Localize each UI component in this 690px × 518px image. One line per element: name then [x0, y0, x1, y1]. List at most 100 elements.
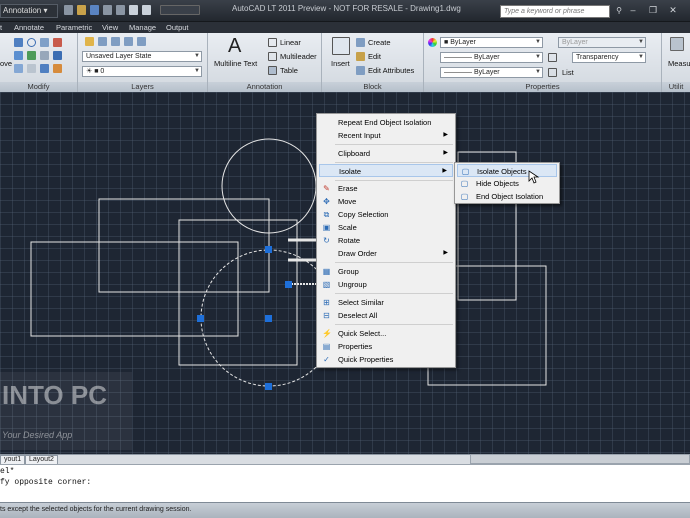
list-button[interactable]: List [562, 68, 574, 77]
properties-panel-label[interactable]: Properties [424, 82, 661, 92]
measure-icon[interactable] [670, 37, 684, 51]
mirror-icon[interactable] [40, 38, 49, 47]
color-value: ByLayer [450, 39, 476, 46]
menu-properties[interactable]: ▤ Properties [319, 340, 453, 353]
menu-repeat-end-isolation[interactable]: Repeat End Object Isolation [319, 116, 453, 129]
qat-undo-icon[interactable] [129, 5, 138, 15]
menu-group[interactable]: ▦ Group [319, 265, 453, 278]
multileader-button[interactable]: Multileader [280, 52, 317, 61]
workspace-switcher[interactable]: Annotation ▾ [0, 4, 58, 18]
menu-isolate[interactable]: Isolate ▶ [319, 164, 453, 177]
menu-copy-selection[interactable]: ⧉ Copy Selection [319, 208, 453, 221]
layer-tool-icon[interactable] [111, 37, 120, 46]
layer-properties-icon[interactable] [85, 37, 94, 46]
insert-block-icon[interactable] [332, 37, 350, 55]
insert-button[interactable]: Insert [331, 59, 350, 68]
linetype-combo[interactable]: ———— ByLayer ▼ [440, 52, 543, 63]
rectangle-2[interactable] [30, 241, 239, 337]
layer-state-combo[interactable]: Unsaved Layer State ▼ [82, 51, 202, 62]
tab-annotate[interactable]: Annotate [14, 22, 44, 33]
qat-redo-icon[interactable] [142, 5, 151, 15]
qat-save-icon[interactable] [90, 5, 99, 15]
edit-block-icon [356, 52, 365, 61]
grip-line[interactable] [285, 281, 292, 288]
menu-scale[interactable]: ▣ Scale [319, 221, 453, 234]
layers-panel-label[interactable]: Layers [78, 82, 207, 92]
rectangle-1[interactable] [98, 198, 270, 293]
qat-open-icon[interactable] [77, 5, 86, 15]
annotation-panel-label[interactable]: Annotation [208, 82, 321, 92]
move-button-label[interactable]: ove [0, 59, 12, 68]
grip-center[interactable] [265, 315, 272, 322]
linear-dimension-button[interactable]: Linear [280, 38, 301, 47]
grip-top[interactable] [265, 246, 272, 253]
offset-icon[interactable] [27, 64, 36, 73]
command-line[interactable]: el* fy opposite corner: [0, 464, 690, 502]
window-title: AutoCAD LT 2011 Preview - NOT FOR RESALE… [232, 4, 461, 13]
menu-ungroup[interactable]: ▧ Ungroup [319, 278, 453, 291]
layer-tool-icon[interactable] [124, 37, 133, 46]
submenu-end-isolation[interactable]: ▢ End Object Isolation [457, 190, 557, 203]
submenu-isolate-objects[interactable]: ▢ Isolate Objects [457, 164, 557, 177]
menu-recent-input[interactable]: Recent Input ▶ [319, 129, 453, 142]
qat-saveas-icon[interactable] [103, 5, 112, 15]
stretch-icon[interactable] [14, 51, 23, 60]
menu-move[interactable]: ✥ Move [319, 195, 453, 208]
menu-separator [335, 262, 453, 263]
qat-print-icon[interactable] [116, 5, 125, 15]
lineweight-combo[interactable]: ———— ByLayer ▼ [440, 67, 543, 78]
panel-modify: ove Modify [0, 33, 78, 92]
search-icon[interactable]: ⚲ [614, 5, 624, 16]
grip-bottom[interactable] [265, 383, 272, 390]
menu-select-similar[interactable]: ⊞ Select Similar [319, 296, 453, 309]
table-button[interactable]: Table [280, 66, 298, 75]
layer-tool-icon[interactable] [137, 37, 146, 46]
menu-quick-select[interactable]: ⚡ Quick Select... [319, 327, 453, 340]
color-wheel-icon [428, 38, 437, 47]
help-search-input[interactable]: Type a keyword or phrase [500, 5, 610, 18]
tab-output[interactable]: Output [166, 22, 189, 33]
grip-left[interactable] [197, 315, 204, 322]
color-combo[interactable]: ■ ByLayer ▼ [440, 37, 543, 48]
utilities-panel-label[interactable]: Utilit [662, 82, 690, 92]
copy-icon[interactable] [14, 38, 23, 47]
transparency-combo[interactable]: Transparency ▼ [572, 52, 646, 63]
menu-rotate[interactable]: ↻ Rotate [319, 234, 453, 247]
tab-manage[interactable]: Manage [129, 22, 156, 33]
tab-partial[interactable]: t [0, 22, 2, 33]
explode-icon[interactable] [53, 51, 62, 60]
menu-draw-order[interactable]: Draw Order ▶ [319, 247, 453, 260]
fillet-icon[interactable] [53, 38, 62, 47]
circle-tool-icon[interactable] [27, 38, 36, 47]
plotstyle-combo[interactable]: ByLayer ▼ [558, 37, 646, 48]
menu-quick-properties[interactable]: ✓ Quick Properties [319, 353, 453, 366]
multiline-text-icon[interactable]: A [228, 35, 241, 57]
transparency-value: Transparency [576, 54, 619, 61]
array-icon[interactable] [40, 51, 49, 60]
qat-new-icon[interactable] [64, 5, 73, 15]
create-block-button[interactable]: Create [368, 38, 391, 47]
current-layer-combo[interactable]: ☀ ■ 0 ▼ [82, 66, 202, 77]
layer-tool-icon[interactable] [98, 37, 107, 46]
modify-panel-label[interactable]: Modify [0, 82, 77, 92]
measure-button[interactable]: Measu [668, 59, 690, 68]
menu-deselect-all[interactable]: ⊟ Deselect All [319, 309, 453, 322]
erase-tool-icon[interactable] [53, 64, 62, 73]
tab-parametric[interactable]: Parametric [56, 22, 92, 33]
horizontal-scrollbar[interactable] [470, 454, 690, 464]
multiline-text-button[interactable]: Multiline Text [214, 59, 257, 68]
qat-dropdown[interactable] [160, 5, 200, 15]
scale-icon[interactable] [14, 64, 23, 73]
tab-view[interactable]: View [102, 22, 118, 33]
submenu-hide-objects[interactable]: ▢ Hide Objects [457, 177, 557, 190]
window-minimize-button[interactable]: – [628, 5, 638, 16]
menu-clipboard[interactable]: Clipboard ▶ [319, 147, 453, 160]
menu-erase[interactable]: ✎ Erase [319, 182, 453, 195]
edit-attributes-button[interactable]: Edit Attributes [368, 66, 414, 75]
rotate-icon[interactable] [40, 64, 49, 73]
block-panel-label[interactable]: Block [322, 82, 423, 92]
window-close-button[interactable]: ✕ [668, 5, 678, 16]
trim-icon[interactable] [27, 51, 36, 60]
window-restore-button[interactable]: ❐ [648, 5, 658, 16]
edit-block-button[interactable]: Edit [368, 52, 381, 61]
